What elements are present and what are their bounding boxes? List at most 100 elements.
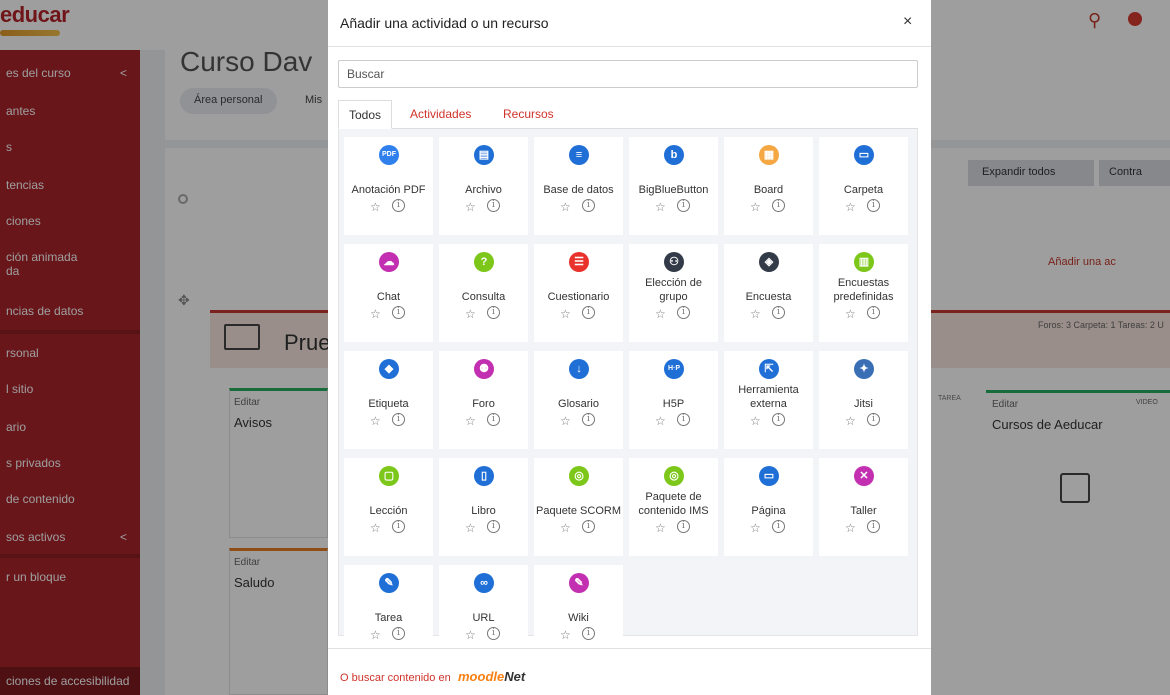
close-icon[interactable]: × [903,13,912,31]
activity-label: Board [753,184,784,196]
activity-grid: PDF Anotación PDF ☆ i ▤ Archivo ☆ i ≡ Base de dat… [338,129,918,663]
divider [328,46,931,47]
predefined-survey-icon: ▥ [854,252,874,272]
activity-tile[interactable]: ◎ Paquete de contenido IMS ☆ i [629,458,718,556]
star-icon[interactable]: ☆ [750,521,761,535]
info-icon[interactable]: i [392,520,405,533]
star-icon[interactable]: ☆ [370,200,381,214]
star-icon[interactable]: ☆ [845,414,856,428]
star-icon[interactable]: ☆ [655,200,666,214]
info-icon[interactable]: i [392,627,405,640]
info-icon[interactable]: i [487,306,500,319]
info-icon[interactable]: i [772,306,785,319]
tab-all[interactable]: Todos [338,100,393,129]
activity-tile[interactable]: ? Consulta ☆ i [439,244,528,342]
tab-activities[interactable]: Actividades [400,100,481,129]
star-icon[interactable]: ☆ [370,628,381,642]
activity-label: Libro [471,505,496,517]
info-icon[interactable]: i [487,520,500,533]
tab-resources[interactable]: Recursos [493,100,564,129]
activity-tile[interactable]: ✦ Jitsi ☆ i [819,351,908,449]
star-icon[interactable]: ☆ [750,414,761,428]
info-icon[interactable]: i [582,627,595,640]
activity-tile[interactable]: b BigBlueButton ☆ i [629,137,718,235]
activity-tile[interactable]: ✕ Taller ☆ i [819,458,908,556]
file-icon: ▤ [474,145,494,165]
info-icon[interactable]: i [487,199,500,212]
info-icon[interactable]: i [772,413,785,426]
star-icon[interactable]: ☆ [655,414,666,428]
activity-label: Herramienta externa [738,384,799,410]
activity-tile[interactable]: ▥ Encuestas predefinidas ☆ i [819,244,908,342]
info-icon[interactable]: i [867,413,880,426]
info-icon[interactable]: i [582,306,595,319]
activity-tile[interactable]: ⚉ Foro ☆ i [439,351,528,449]
star-icon[interactable]: ☆ [845,307,856,321]
activity-label: Cuestionario [547,291,610,303]
star-icon[interactable]: ☆ [370,307,381,321]
glossary-icon: ↓ [569,359,589,379]
activity-label: Glosario [558,398,599,410]
star-icon[interactable]: ☆ [465,307,476,321]
wiki-icon: ✎ [569,573,589,593]
star-icon[interactable]: ☆ [465,628,476,642]
info-icon[interactable]: i [582,413,595,426]
activity-tile[interactable]: ▭ Página ☆ i [724,458,813,556]
info-icon[interactable]: i [677,199,690,212]
star-icon[interactable]: ☆ [465,414,476,428]
star-icon[interactable]: ☆ [845,200,856,214]
activity-tile[interactable]: ◆ Etiqueta ☆ i [344,351,433,449]
activity-label: H5P [662,398,685,410]
info-icon[interactable]: i [392,306,405,319]
info-icon[interactable]: i [392,413,405,426]
star-icon[interactable]: ☆ [465,200,476,214]
activity-tile[interactable]: ▯ Libro ☆ i [439,458,528,556]
info-icon[interactable]: i [487,413,500,426]
info-icon[interactable]: i [772,520,785,533]
survey-icon: ◈ [759,252,779,272]
info-icon[interactable]: i [867,199,880,212]
activity-tile[interactable]: ≡ Base de datos ☆ i [534,137,623,235]
info-icon[interactable]: i [677,306,690,319]
activity-tile[interactable]: ☁ Chat ☆ i [344,244,433,342]
info-icon[interactable]: i [582,199,595,212]
info-icon[interactable]: i [867,306,880,319]
activity-tile[interactable]: ▢ Lección ☆ i [344,458,433,556]
star-icon[interactable]: ☆ [370,414,381,428]
search-input[interactable] [338,60,918,88]
info-icon[interactable]: i [392,199,405,212]
star-icon[interactable]: ☆ [750,200,761,214]
star-icon[interactable]: ☆ [560,200,571,214]
activity-tile[interactable]: PDF Anotación PDF ☆ i [344,137,433,235]
activity-tile[interactable]: ▤ Archivo ☆ i [439,137,528,235]
info-icon[interactable]: i [677,520,690,533]
info-icon[interactable]: i [677,413,690,426]
star-icon[interactable]: ☆ [655,307,666,321]
activity-label: Base de datos [543,184,614,196]
activity-tile[interactable]: ◈ Encuesta ☆ i [724,244,813,342]
h5p-icon: H·P [664,359,684,379]
activity-tile[interactable]: ⇱ Herramienta externa ☆ i [724,351,813,449]
star-icon[interactable]: ☆ [560,521,571,535]
star-icon[interactable]: ☆ [845,521,856,535]
star-icon[interactable]: ☆ [750,307,761,321]
star-icon[interactable]: ☆ [560,307,571,321]
activity-tile[interactable]: ◎ Paquete SCORM ☆ i [534,458,623,556]
info-icon[interactable]: i [772,199,785,212]
star-icon[interactable]: ☆ [465,521,476,535]
star-icon[interactable]: ☆ [370,521,381,535]
info-icon[interactable]: i [582,520,595,533]
moodlenet-search-link[interactable]: O buscar contenido en [340,672,451,684]
activity-tile[interactable]: ☰ Cuestionario ☆ i [534,244,623,342]
activity-tile[interactable]: ▭ Carpeta ☆ i [819,137,908,235]
activity-tile[interactable]: ⚇ Elección de grupo ☆ i [629,244,718,342]
moodlenet-logo[interactable]: moodleNet [458,669,525,684]
activity-tile[interactable]: ↓ Glosario ☆ i [534,351,623,449]
info-icon[interactable]: i [867,520,880,533]
info-icon[interactable]: i [487,627,500,640]
star-icon[interactable]: ☆ [655,521,666,535]
star-icon[interactable]: ☆ [560,414,571,428]
star-icon[interactable]: ☆ [560,628,571,642]
activity-tile[interactable]: ▦ Board ☆ i [724,137,813,235]
activity-tile[interactable]: H·P H5P ☆ i [629,351,718,449]
